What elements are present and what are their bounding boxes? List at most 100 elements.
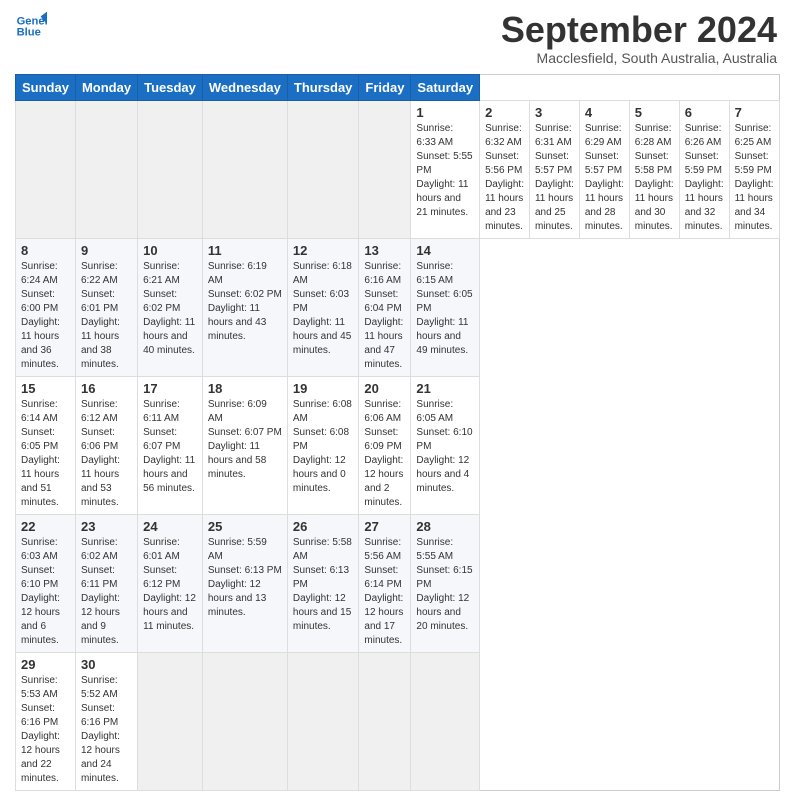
day-number: 10	[143, 243, 197, 258]
day-number: 5	[635, 105, 674, 120]
table-row: 18 Sunrise: 6:09 AM Sunset: 6:07 PM Dayli…	[202, 376, 287, 514]
day-number: 16	[81, 381, 132, 396]
day-info: Sunrise: 6:01 AM Sunset: 6:12 PM Dayligh…	[143, 536, 197, 634]
day-info: Sunrise: 6:06 AM Sunset: 6:09 PM Dayligh…	[364, 398, 405, 510]
table-row: 2 Sunrise: 6:32 AM Sunset: 5:56 PM Daylig…	[480, 100, 530, 238]
table-row: 17 Sunrise: 6:11 AM Sunset: 6:07 PM Dayli…	[138, 376, 203, 514]
table-row: 9 Sunrise: 6:22 AM Sunset: 6:01 PM Daylig…	[75, 238, 137, 376]
table-row: 25Sunrise: 5:59 AM Sunset: 6:13 PM Dayli…	[202, 514, 287, 652]
day-info: Sunrise: 6:22 AM Sunset: 6:01 PM Dayligh…	[81, 260, 132, 372]
calendar-week-row: 29 Sunrise: 5:53 AM Sunset: 6:16 PM Dayli…	[16, 652, 780, 790]
day-info: Sunrise: 6:26 AM Sunset: 5:59 PM Dayligh…	[685, 122, 724, 234]
table-row: 26 Sunrise: 5:58 AM Sunset: 6:13 PM Dayli…	[287, 514, 359, 652]
day-number: 7	[735, 105, 774, 120]
day-number: 4	[585, 105, 624, 120]
logo: General Blue	[15, 10, 47, 42]
table-row: 14Sunrise: 6:15 AM Sunset: 6:05 PM Dayli…	[411, 238, 480, 376]
day-info: Sunrise: 6:32 AM Sunset: 5:56 PM Dayligh…	[485, 122, 524, 234]
day-info: Sunrise: 6:15 AM Sunset: 6:05 PM Dayligh…	[416, 260, 474, 358]
header-tuesday: Tuesday	[138, 74, 203, 100]
day-info: Sunrise: 5:52 AM Sunset: 6:16 PM Dayligh…	[81, 674, 132, 786]
day-number: 30	[81, 657, 132, 672]
day-number: 20	[364, 381, 405, 396]
day-number: 19	[293, 381, 354, 396]
day-number: 9	[81, 243, 132, 258]
table-row: 7 Sunrise: 6:25 AM Sunset: 5:59 PM Daylig…	[729, 100, 779, 238]
table-row: 8Sunrise: 6:24 AM Sunset: 6:00 PM Daylig…	[16, 238, 76, 376]
page-header: General Blue September 2024 Macclesfield…	[15, 10, 777, 66]
table-row	[411, 652, 480, 790]
day-number: 24	[143, 519, 197, 534]
table-row: 22 Sunrise: 6:03 AM Sunset: 6:10 PM Dayli…	[16, 514, 76, 652]
table-row: 16Sunrise: 6:12 AM Sunset: 6:06 PM Dayli…	[75, 376, 137, 514]
day-info: Sunrise: 5:56 AM Sunset: 6:14 PM Dayligh…	[364, 536, 405, 648]
day-number: 18	[208, 381, 282, 396]
day-number: 23	[81, 519, 132, 534]
table-row: 15 Sunrise: 6:14 AM Sunset: 6:05 PM Dayli…	[16, 376, 76, 514]
table-row: 30 Sunrise: 5:52 AM Sunset: 6:16 PM Dayli…	[75, 652, 137, 790]
day-info: Sunrise: 6:03 AM Sunset: 6:10 PM Dayligh…	[21, 536, 70, 648]
header-thursday: Thursday	[287, 74, 359, 100]
day-number: 11	[208, 243, 282, 258]
day-info: Sunrise: 5:58 AM Sunset: 6:13 PM Dayligh…	[293, 536, 354, 634]
table-row: 1 Sunrise: 6:33 AM Sunset: 5:55 PM Daylig…	[411, 100, 480, 238]
day-info: Sunrise: 5:53 AM Sunset: 6:16 PM Dayligh…	[21, 674, 70, 786]
calendar-week-row: 22 Sunrise: 6:03 AM Sunset: 6:10 PM Dayli…	[16, 514, 780, 652]
table-row: 24 Sunrise: 6:01 AM Sunset: 6:12 PM Dayli…	[138, 514, 203, 652]
table-row: 21Sunrise: 6:05 AM Sunset: 6:10 PM Dayli…	[411, 376, 480, 514]
header-saturday: Saturday	[411, 74, 480, 100]
day-info: Sunrise: 6:11 AM Sunset: 6:07 PM Dayligh…	[143, 398, 197, 496]
table-row	[287, 652, 359, 790]
day-info: Sunrise: 6:16 AM Sunset: 6:04 PM Dayligh…	[364, 260, 405, 372]
day-number: 26	[293, 519, 354, 534]
table-row: 29 Sunrise: 5:53 AM Sunset: 6:16 PM Dayli…	[16, 652, 76, 790]
table-row	[287, 100, 359, 238]
day-number: 25	[208, 519, 282, 534]
day-number: 2	[485, 105, 524, 120]
table-row: 19Sunrise: 6:08 AM Sunset: 6:08 PM Dayli…	[287, 376, 359, 514]
calendar-header-row: Sunday Monday Tuesday Wednesday Thursday…	[16, 74, 780, 100]
table-row: 13 Sunrise: 6:16 AM Sunset: 6:04 PM Dayli…	[359, 238, 411, 376]
table-row	[138, 100, 203, 238]
table-row	[138, 652, 203, 790]
day-info: Sunrise: 6:05 AM Sunset: 6:10 PM Dayligh…	[416, 398, 474, 496]
table-row	[75, 100, 137, 238]
day-number: 15	[21, 381, 70, 396]
table-row: 28Sunrise: 5:55 AM Sunset: 6:15 PM Dayli…	[411, 514, 480, 652]
day-number: 17	[143, 381, 197, 396]
day-info: Sunrise: 5:55 AM Sunset: 6:15 PM Dayligh…	[416, 536, 474, 634]
table-row: 20 Sunrise: 6:06 AM Sunset: 6:09 PM Dayli…	[359, 376, 411, 514]
calendar-week-row: 15 Sunrise: 6:14 AM Sunset: 6:05 PM Dayli…	[16, 376, 780, 514]
day-info: Sunrise: 6:28 AM Sunset: 5:58 PM Dayligh…	[635, 122, 674, 234]
day-info: Sunrise: 6:29 AM Sunset: 5:57 PM Dayligh…	[585, 122, 624, 234]
calendar-table: Sunday Monday Tuesday Wednesday Thursday…	[15, 74, 780, 791]
day-number: 12	[293, 243, 354, 258]
table-row: 3Sunrise: 6:31 AM Sunset: 5:57 PM Daylig…	[529, 100, 579, 238]
day-number: 13	[364, 243, 405, 258]
table-row: 6Sunrise: 6:26 AM Sunset: 5:59 PM Daylig…	[679, 100, 729, 238]
day-info: Sunrise: 6:02 AM Sunset: 6:11 PM Dayligh…	[81, 536, 132, 648]
day-number: 29	[21, 657, 70, 672]
location: Macclesfield, South Australia, Australia	[501, 50, 777, 66]
title-block: September 2024 Macclesfield, South Austr…	[501, 10, 777, 66]
header-friday: Friday	[359, 74, 411, 100]
day-number: 22	[21, 519, 70, 534]
table-row: 23 Sunrise: 6:02 AM Sunset: 6:11 PM Dayli…	[75, 514, 137, 652]
month-title: September 2024	[501, 10, 777, 50]
day-info: Sunrise: 6:25 AM Sunset: 5:59 PM Dayligh…	[735, 122, 774, 234]
day-info: Sunrise: 6:18 AM Sunset: 6:03 PM Dayligh…	[293, 260, 354, 358]
calendar-week-row: 1 Sunrise: 6:33 AM Sunset: 5:55 PM Daylig…	[16, 100, 780, 238]
svg-text:Blue: Blue	[17, 27, 41, 39]
header-monday: Monday	[75, 74, 137, 100]
day-info: Sunrise: 6:14 AM Sunset: 6:05 PM Dayligh…	[21, 398, 70, 510]
table-row	[202, 652, 287, 790]
logo-icon: General Blue	[15, 10, 47, 42]
header-wednesday: Wednesday	[202, 74, 287, 100]
table-row	[359, 100, 411, 238]
day-info: Sunrise: 6:33 AM Sunset: 5:55 PM Dayligh…	[416, 122, 474, 220]
table-row: 12 Sunrise: 6:18 AM Sunset: 6:03 PM Dayli…	[287, 238, 359, 376]
table-row: 5 Sunrise: 6:28 AM Sunset: 5:58 PM Daylig…	[629, 100, 679, 238]
day-number: 1	[416, 105, 474, 120]
day-info: Sunrise: 6:09 AM Sunset: 6:07 PM Dayligh…	[208, 398, 282, 482]
table-row	[359, 652, 411, 790]
